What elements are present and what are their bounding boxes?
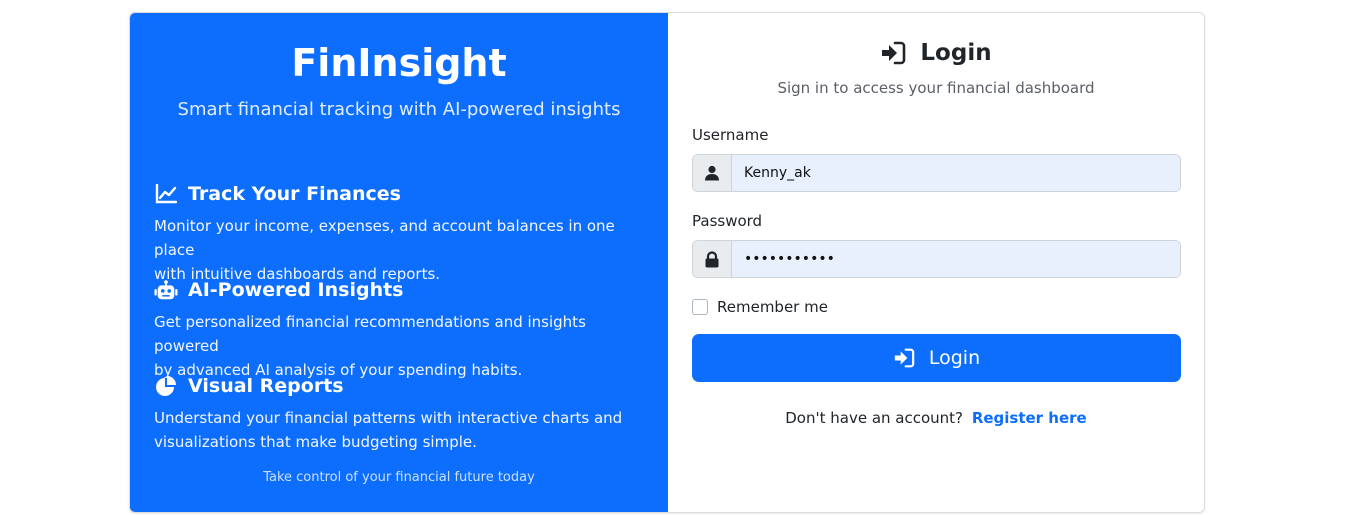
feature-track-finances: Track Your Finances Monitor your income,… — [154, 181, 644, 286]
feature-title: Track Your Finances — [188, 183, 401, 205]
login-title: Login — [920, 40, 992, 66]
feature-text-line: visualizations that make budgeting simpl… — [154, 433, 477, 451]
sign-in-icon — [893, 346, 917, 370]
lock-icon — [693, 241, 732, 277]
remember-me-checkbox[interactable] — [692, 299, 708, 315]
password-input[interactable] — [732, 241, 1180, 277]
register-row: Don't have an account? Register here — [668, 409, 1204, 427]
login-subtitle: Sign in to access your financial dashboa… — [777, 79, 1095, 97]
password-label: Password — [692, 212, 763, 230]
login-button[interactable]: Login — [692, 334, 1181, 382]
feature-text-line: Get personalized financial recommendatio… — [154, 313, 586, 355]
feature-title: Visual Reports — [188, 375, 344, 397]
feature-visual-reports: Visual Reports Understand your financial… — [154, 373, 644, 454]
login-heading: Login — [668, 39, 1204, 67]
pie-chart-icon — [154, 374, 178, 398]
feature-text-line: Monitor your income, expenses, and accou… — [154, 217, 615, 259]
login-button-label: Login — [928, 347, 981, 369]
robot-icon — [154, 278, 178, 302]
chart-line-icon — [154, 182, 178, 206]
feature-ai-insights: AI-Powered Insights Get personalized fin… — [154, 277, 644, 382]
login-panel: Login Sign in to access your financial d… — [668, 13, 1204, 512]
feature-title: AI-Powered Insights — [188, 279, 404, 301]
brand-title: FinInsight — [291, 41, 507, 85]
username-group — [692, 154, 1181, 192]
register-link[interactable]: Register here — [972, 409, 1087, 427]
sign-in-icon — [880, 39, 908, 67]
brand-subtitle: Smart financial tracking with AI-powered… — [177, 99, 621, 120]
username-label: Username — [692, 126, 769, 144]
username-input[interactable] — [732, 155, 1180, 191]
user-icon — [693, 155, 732, 191]
password-group — [692, 240, 1181, 278]
remember-me: Remember me — [692, 298, 828, 316]
remember-me-label: Remember me — [717, 298, 828, 316]
brand-tagline: Take control of your financial future to… — [263, 470, 535, 485]
feature-text-line: Understand your financial patterns with … — [154, 409, 623, 427]
register-prompt: Don't have an account? — [785, 409, 964, 427]
login-card: FinInsight Smart financial tracking with… — [129, 12, 1205, 513]
brand-panel: FinInsight Smart financial tracking with… — [130, 13, 668, 512]
